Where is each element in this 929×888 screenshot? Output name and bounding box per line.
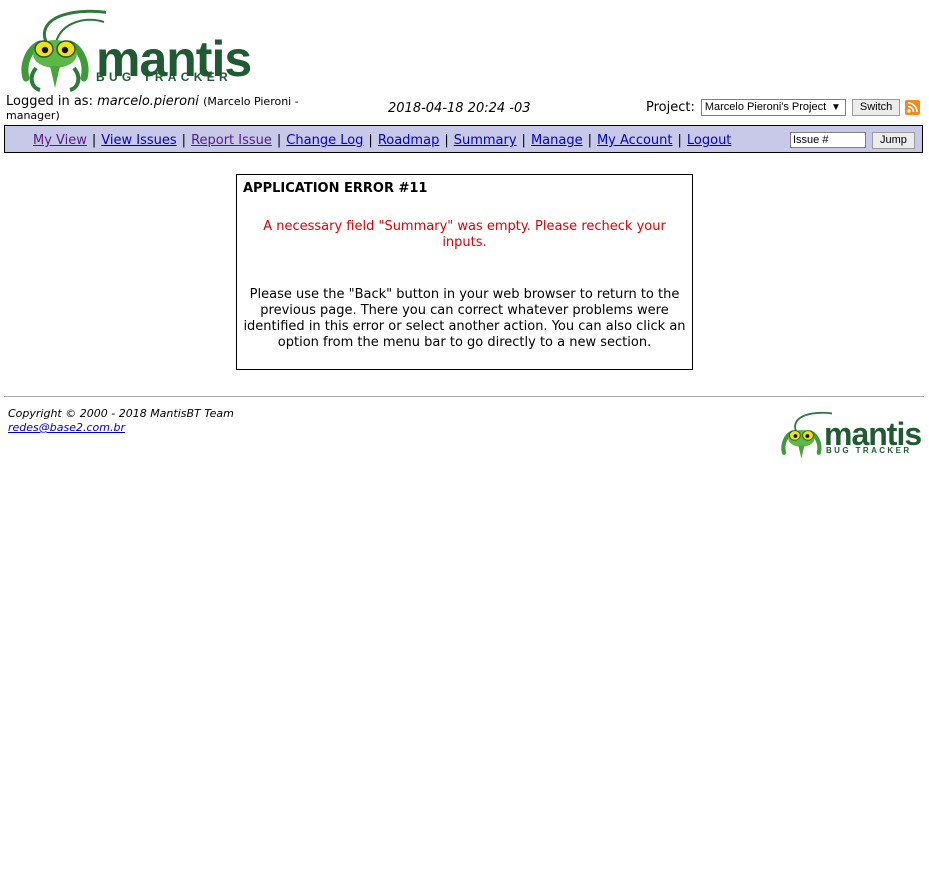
switch-button[interactable]: Switch [851,99,901,116]
main-menu-bar: My View | View Issues | Report Issue | Change … [4,125,923,153]
menu-my-view[interactable]: My View [33,133,87,148]
menu-separator: | [91,133,97,148]
error-title: APPLICATION ERROR #11 [243,181,428,196]
project-selector-row: Project: Marcelo Pieroni's Project ▼ Swi… [646,99,921,116]
logo-subtitle: BUG TRACKER [96,70,232,84]
project-label: Project: [646,100,695,115]
menu-view-issues[interactable]: View Issues [101,133,176,148]
footer-divider [4,396,924,397]
jump-button[interactable]: Jump [872,132,915,149]
menu-change-log[interactable]: Change Log [286,133,363,148]
error-message: A necessary field "Summary" was empty. P… [263,219,666,250]
menu-separator: | [521,133,526,148]
login-username: marcelo.pieroni [97,94,199,109]
mantis-insect-icon [781,411,832,459]
menu-separator: | [181,133,187,148]
menu-separator: | [276,133,282,148]
project-selected-value: Marcelo Pieroni's Project [704,101,827,113]
issue-number-input[interactable] [790,132,866,148]
menu-summary[interactable]: Summary [454,133,517,148]
contact-email-link[interactable]: redes@base2.com.br [8,421,125,434]
login-prefix: Logged in as: [6,94,98,109]
menu-links: My View | View Issues | Report Issue | Change … [33,133,731,148]
current-datetime: 2018-04-18 20:24 -03 [388,101,531,116]
mantis-insect-icon [21,9,106,92]
menu-report-issue[interactable]: Report Issue [191,133,272,148]
copyright-text: Copyright © 2000 - 2018 MantisBT Team [8,407,234,420]
rss-feed-icon[interactable] [905,100,921,115]
menu-separator: | [444,133,449,148]
login-details: (Marcelo Pieroni - [203,95,299,108]
footer-copyright: Copyright © 2000 - 2018 MantisBT Team re… [8,407,234,435]
menu-separator: | [587,133,592,148]
project-select[interactable]: Marcelo Pieroni's Project ▼ [700,99,846,116]
menu-logout[interactable]: Logout [687,133,732,148]
dropdown-arrow-icon: ▼ [830,102,841,113]
menu-roadmap[interactable]: Roadmap [378,133,440,148]
login-info: Logged in as: marcelo.pieroni (Marcelo P… [6,95,336,123]
mantis-logo[interactable]: mantis BUG TRACKER [6,8,252,92]
error-box: APPLICATION ERROR #11 A necessary field … [236,174,693,370]
menu-manage[interactable]: Manage [531,133,583,148]
error-help-text: Please use the "Back" button in your web… [243,287,686,350]
menu-separator: | [368,133,373,148]
menu-separator: | [677,133,682,148]
footer-mantis-logo[interactable]: mantis BUG TRACKER [772,408,922,464]
login-role: manager) [6,109,60,122]
footer-logo-subtitle: BUG TRACKER [826,446,912,455]
menu-my-account[interactable]: My Account [597,133,673,148]
